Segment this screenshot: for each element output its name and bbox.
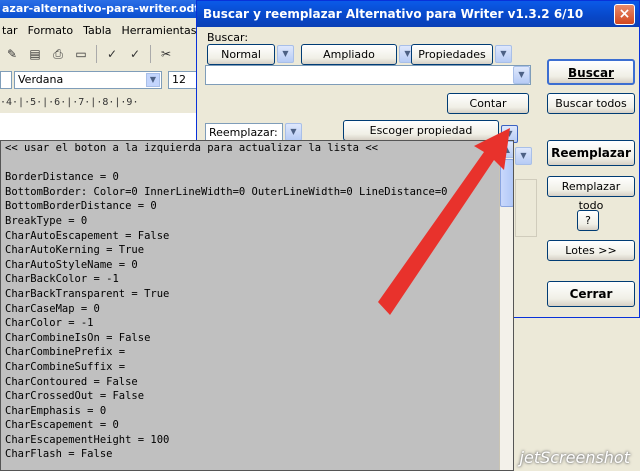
dialog-title: Buscar y reemplazar Alternativo para Wri… xyxy=(197,1,639,27)
list-item[interactable]: CharCombineSuffix = xyxy=(1,360,513,375)
escoger-propiedad-button[interactable]: Escoger propiedad xyxy=(343,120,499,141)
chevron-down-icon[interactable]: ▼ xyxy=(495,45,512,63)
reemplazar-button[interactable]: Reemplazar xyxy=(547,140,635,166)
list-item[interactable]: CharAutoEscapement = False xyxy=(1,229,513,244)
mode-ampliado-button[interactable]: Ampliado xyxy=(301,44,397,65)
chevron-down-icon[interactable]: ▼ xyxy=(515,147,532,165)
print-preview-icon[interactable]: ▭ xyxy=(71,44,91,64)
list-item[interactable]: CharAutoStyleName = 0 xyxy=(1,258,513,273)
watermark: jetScreenshot xyxy=(519,448,630,467)
list-item[interactable]: CharCombineIsOn = False xyxy=(1,331,513,346)
menu-item-tar[interactable]: tar xyxy=(2,24,18,37)
toolbar-separator xyxy=(96,45,97,63)
list-item[interactable]: BreakType = 0 xyxy=(1,214,513,229)
list-item[interactable]: CharBackTransparent = True xyxy=(1,287,513,302)
list-item[interactable]: CharCombinePrefix = xyxy=(1,345,513,360)
list-item[interactable]: CharAutoKerning = True xyxy=(1,243,513,258)
menu-item-herramientas[interactable]: Herramientas xyxy=(122,24,197,37)
help-button[interactable]: ? xyxy=(577,210,599,231)
list-item[interactable]: CharEmphasis = 0 xyxy=(1,404,513,419)
spellcheck-icon[interactable]: ✓ xyxy=(102,44,122,64)
scroll-thumb[interactable] xyxy=(500,159,513,207)
search-input[interactable] xyxy=(205,65,531,85)
close-button[interactable]: × xyxy=(614,4,635,25)
chevron-down-icon[interactable]: ▼ xyxy=(277,45,294,63)
writer-menu-bar: tar Formato Tabla Herramientas xyxy=(0,20,200,40)
cut-icon[interactable]: ✂ xyxy=(156,44,176,64)
cerrar-button[interactable]: Cerrar xyxy=(547,281,635,307)
list-item[interactable]: CharCrossedOut = False xyxy=(1,389,513,404)
buscar-button[interactable]: Buscar xyxy=(547,59,635,85)
list-item[interactable]: CharColor = -1 xyxy=(1,316,513,331)
list-item[interactable]: BorderDistance = 0 xyxy=(1,170,513,185)
toolbar-separator xyxy=(150,45,151,63)
scroll-up-arrow[interactable]: ▲ xyxy=(499,141,513,158)
writer-title-bar: azar-alternativo-para-writer.odt - O xyxy=(0,0,200,18)
list-item[interactable]: CharFlash = False xyxy=(1,447,513,462)
font-size-value: 12 xyxy=(172,73,186,86)
font-name-value: Verdana xyxy=(18,73,64,86)
font-name-box[interactable]: Verdana ▼ xyxy=(14,71,162,89)
list-item[interactable]: BottomBorder: Color=0 InnerLineWidth=0 O… xyxy=(1,185,513,200)
chevron-down-icon[interactable]: ▼ xyxy=(285,123,302,141)
mode-normal-button[interactable]: Normal xyxy=(207,44,275,65)
menu-item-tabla[interactable]: Tabla xyxy=(83,24,111,37)
list-item[interactable]: CharBackColor = -1 xyxy=(1,272,513,287)
print-icon[interactable]: ⎙ xyxy=(48,44,68,64)
buscar-button-label: Buscar xyxy=(568,66,614,80)
style-dropdown[interactable] xyxy=(0,71,12,89)
pdf-icon[interactable]: ▤ xyxy=(25,44,45,64)
buscar-label: Buscar: xyxy=(207,31,249,44)
mode-propiedades-button[interactable]: Propiedades xyxy=(411,44,493,65)
list-item[interactable]: BottomBorderDistance = 0 xyxy=(1,199,513,214)
list-item[interactable]: CharEscapement = 0 xyxy=(1,418,513,433)
list-item[interactable]: CharCaseMap = 0 xyxy=(1,302,513,317)
edit-icon[interactable]: ✎ xyxy=(2,44,22,64)
autospell-icon[interactable]: ✓ xyxy=(125,44,145,64)
buscar-todos-button[interactable]: Buscar todos xyxy=(547,93,635,114)
writer-toolbar: ✎ ▤ ⎙ ▭ ✓ ✓ ✂ xyxy=(0,40,200,68)
reemplazar-todo-button[interactable]: Remplazar todo xyxy=(547,176,635,212)
list-item[interactable]: CharEscapementHeight = 100 xyxy=(1,433,513,448)
chevron-down-icon[interactable]: ▼ xyxy=(513,66,530,84)
lotes-button[interactable]: Lotes >> xyxy=(547,240,635,261)
ruler: ·4·|·5·|·6·|·7·|·8·|·9· xyxy=(0,97,139,108)
contar-button[interactable]: Contar xyxy=(447,93,529,114)
menu-item-formato[interactable]: Formato xyxy=(28,24,74,37)
property-list[interactable]: << usar el boton a la izquierda para act… xyxy=(0,140,514,471)
options-frame xyxy=(515,179,537,237)
list-item[interactable] xyxy=(1,156,513,171)
list-item[interactable]: << usar el boton a la izquierda para act… xyxy=(1,141,513,156)
chevron-down-icon[interactable]: ▼ xyxy=(146,73,160,87)
list-item[interactable]: CharContoured = False xyxy=(1,375,513,390)
writer-font-bar: Verdana ▼ 12 xyxy=(0,70,200,92)
